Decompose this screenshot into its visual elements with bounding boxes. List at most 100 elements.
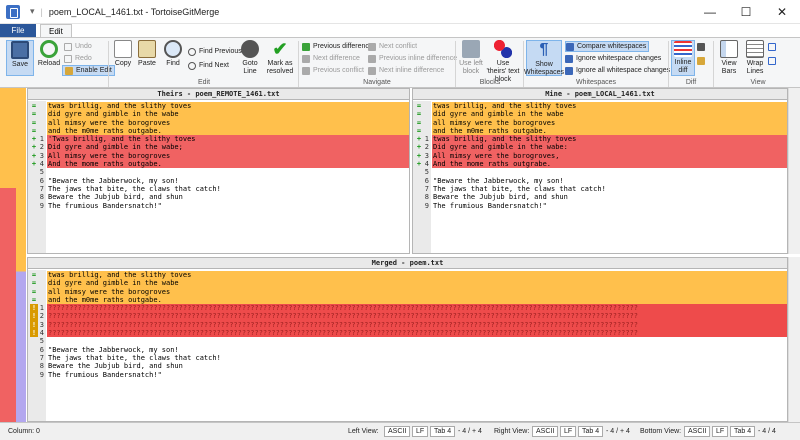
code-line[interactable]: = did gyre and gimble in the wabe xyxy=(413,110,787,119)
tab-edit[interactable]: Edit xyxy=(40,24,72,37)
ignore-all-whitespace-option[interactable]: Ignore all whitespace changes xyxy=(565,65,670,76)
previous-difference-button[interactable]: Previous difference xyxy=(302,41,373,52)
code-line[interactable]: 9 The frumious Bandersnatch!" xyxy=(28,371,787,379)
code-line[interactable]: 8 Beware the Jubjub bird, and shun xyxy=(413,193,787,201)
view-bars-button[interactable]: View Bars xyxy=(716,40,742,76)
goto-line-button[interactable]: Goto Line xyxy=(238,40,262,76)
theirs-code-area[interactable]: = twas brillig, and the slithy toves = did … xyxy=(28,102,409,210)
show-whitespaces-button[interactable]: ¶ Show Whitespaces xyxy=(524,40,564,76)
redo-button[interactable]: Redo xyxy=(64,53,92,64)
right-tab-select[interactable]: Tab 4 xyxy=(578,426,604,437)
use-theirs-block-button[interactable]: Use 'theirs' text block xyxy=(486,40,520,84)
code-line[interactable]: = and the m0me raths outgabe. xyxy=(413,126,787,136)
code-line[interactable]: +3 All mimsy were the borogroves, xyxy=(413,151,787,161)
code-line[interactable]: = twas brillig, and the slithy toves xyxy=(28,102,409,111)
left-tab-select[interactable]: Tab 4 xyxy=(430,426,456,437)
bottom-eol-select[interactable]: LF xyxy=(712,426,729,437)
merged-pane[interactable]: Merged - poem.txt = twas brillig, and the… xyxy=(27,257,788,422)
line-number: 1 xyxy=(39,135,44,144)
code-line[interactable]: 6 "Beware the Jabberwock, my son! xyxy=(28,346,787,354)
wrap-lines-button[interactable]: Wrap Lines xyxy=(744,40,766,76)
right-view-label: Right View: xyxy=(494,428,530,435)
bottom-encoding-select[interactable]: ASCII xyxy=(684,426,711,437)
code-line[interactable]: 8 Beware the Jubjub bird, and shun xyxy=(28,193,409,201)
right-eol-select[interactable]: LF xyxy=(560,426,577,437)
diff-options-icon-1[interactable] xyxy=(697,41,708,52)
code-line[interactable]: = all mimsy were the borogroves xyxy=(28,287,787,296)
code-line[interactable]: +1 'Twas brillig, and the slithy toves xyxy=(28,135,409,144)
code-line[interactable]: = and the m0me raths outgabe. xyxy=(28,295,787,305)
code-line[interactable]: = all mimsy were the borogroves xyxy=(28,118,409,127)
enable-edit-button[interactable]: Enable Edit xyxy=(62,65,115,76)
reload-button[interactable]: Reload xyxy=(36,40,62,68)
save-button[interactable]: Save xyxy=(6,40,34,76)
code-line[interactable]: +2 Did gyre and gimble in the wabe; xyxy=(28,143,409,152)
code-line[interactable]: = did gyre and gimble in the wabe xyxy=(28,110,409,119)
code-line[interactable]: 7 The jaws that bite, the claws that catc… xyxy=(28,354,787,362)
code-line[interactable]: 6 "Beware the Jabberwock, my son! xyxy=(28,177,409,185)
previous-inline-difference-button[interactable]: Previous inline difference xyxy=(368,53,457,64)
code-line[interactable]: +2 Did gyre and gimble in the wabe: xyxy=(413,143,787,152)
right-encoding-select[interactable]: ASCII xyxy=(532,426,559,437)
code-line[interactable]: = all mimsy were the borogroves xyxy=(413,118,787,127)
code-line[interactable]: 6 "Beware the Jabberwock, my son! xyxy=(413,177,787,185)
view-option-icon-2[interactable] xyxy=(768,55,779,66)
previous-conflict-button[interactable]: Previous conflict xyxy=(302,65,364,76)
code-line[interactable]: = and the m0me raths outgabe. xyxy=(28,126,409,136)
code-line[interactable]: ! 4??????????????????????????????????????… xyxy=(28,329,787,338)
code-line[interactable]: +4 And the mome raths outgrabe. xyxy=(413,160,787,169)
diff-options-icon-2[interactable] xyxy=(697,55,708,66)
code-line[interactable]: ! 2??????????????????????????????????????… xyxy=(28,312,787,321)
scrollbar[interactable] xyxy=(788,257,800,422)
ignore-whitespace-changes-label: Ignore whitespace changes xyxy=(576,55,662,62)
merged-code-area[interactable]: = twas brillig, and the slithy toves = did … xyxy=(28,271,787,379)
code-line[interactable]: 7 The jaws that bite, the claws that catc… xyxy=(28,185,409,193)
next-inline-difference-button[interactable]: Next inline difference xyxy=(368,65,444,76)
ignore-whitespace-changes-option[interactable]: Ignore whitespace changes xyxy=(565,53,661,64)
paste-button[interactable]: Paste xyxy=(136,40,158,68)
mark-resolved-button[interactable]: ✔ Mark as resolved xyxy=(264,40,296,76)
quick-access-dropdown[interactable]: ▾ xyxy=(30,6,35,17)
theirs-pane[interactable]: Theirs - poem_REMOTE_1461.txt = twas bril… xyxy=(27,88,410,254)
tab-file[interactable]: File xyxy=(0,24,36,37)
line-text: The jaws that bite, the claws that catch… xyxy=(48,184,221,193)
copy-button[interactable]: Copy xyxy=(112,40,134,68)
mine-pane[interactable]: Mine - poem_LOCAL_1461.txt = twas brillig… xyxy=(412,88,788,254)
code-line[interactable]: 7 The jaws that bite, the claws that catc… xyxy=(413,185,787,193)
code-line[interactable]: 9 The frumious Bandersnatch!" xyxy=(413,202,787,210)
close-button[interactable]: ✕ xyxy=(764,0,800,24)
code-line[interactable]: 5 xyxy=(28,168,409,176)
maximize-button[interactable]: ☐ xyxy=(728,0,764,24)
use-left-block-button[interactable]: Use left block xyxy=(458,40,484,76)
code-line[interactable]: = twas brillig, and the slithy toves xyxy=(413,102,787,111)
line-marker: = xyxy=(31,110,37,119)
left-eol-select[interactable]: LF xyxy=(412,426,429,437)
inline-diff-button[interactable]: Inline diff xyxy=(671,40,695,76)
code-line[interactable]: +1 twas brillig, and the slithy toves xyxy=(413,135,787,144)
find-previous-button[interactable]: Find Previous xyxy=(188,46,242,57)
undo-button[interactable]: Undo xyxy=(64,41,92,52)
code-line[interactable]: = twas brillig, and the slithy toves xyxy=(28,271,787,280)
code-line[interactable]: = did gyre and gimble in the wabe xyxy=(28,279,787,288)
locator-bar[interactable] xyxy=(0,88,26,422)
code-line[interactable]: +4 And the mome raths outgabe. xyxy=(28,160,409,169)
code-line[interactable]: ! 1??????????????????????????????????????… xyxy=(28,304,787,313)
code-line[interactable]: +3 All mimsy were the borogroves xyxy=(28,151,409,161)
line-text: and the m0me raths outgabe. xyxy=(432,126,787,136)
bottom-tab-select[interactable]: Tab 4 xyxy=(730,426,756,437)
code-line[interactable]: 8 Beware the Jubjub bird, and shun xyxy=(28,362,787,370)
view-option-icon-1[interactable] xyxy=(768,41,779,52)
code-line[interactable]: 5 xyxy=(413,168,787,176)
compare-whitespaces-option[interactable]: Compare whitespaces xyxy=(565,41,650,52)
code-line[interactable]: ! 3??????????????????????????????????????… xyxy=(28,320,787,330)
find-next-button[interactable]: Find Next xyxy=(188,60,229,71)
find-button[interactable]: Find xyxy=(162,40,184,68)
code-line[interactable]: 5 xyxy=(28,337,787,345)
mine-code-area[interactable]: = twas brillig, and the slithy toves = did … xyxy=(413,102,787,210)
minimize-button[interactable]: — xyxy=(692,0,728,24)
next-conflict-button[interactable]: Next conflict xyxy=(368,41,417,52)
scrollbar[interactable] xyxy=(788,88,800,254)
code-line[interactable]: 9 The frumious Bandersnatch!" xyxy=(28,202,409,210)
left-encoding-select[interactable]: ASCII xyxy=(384,426,411,437)
next-difference-button[interactable]: Next difference xyxy=(302,53,360,64)
